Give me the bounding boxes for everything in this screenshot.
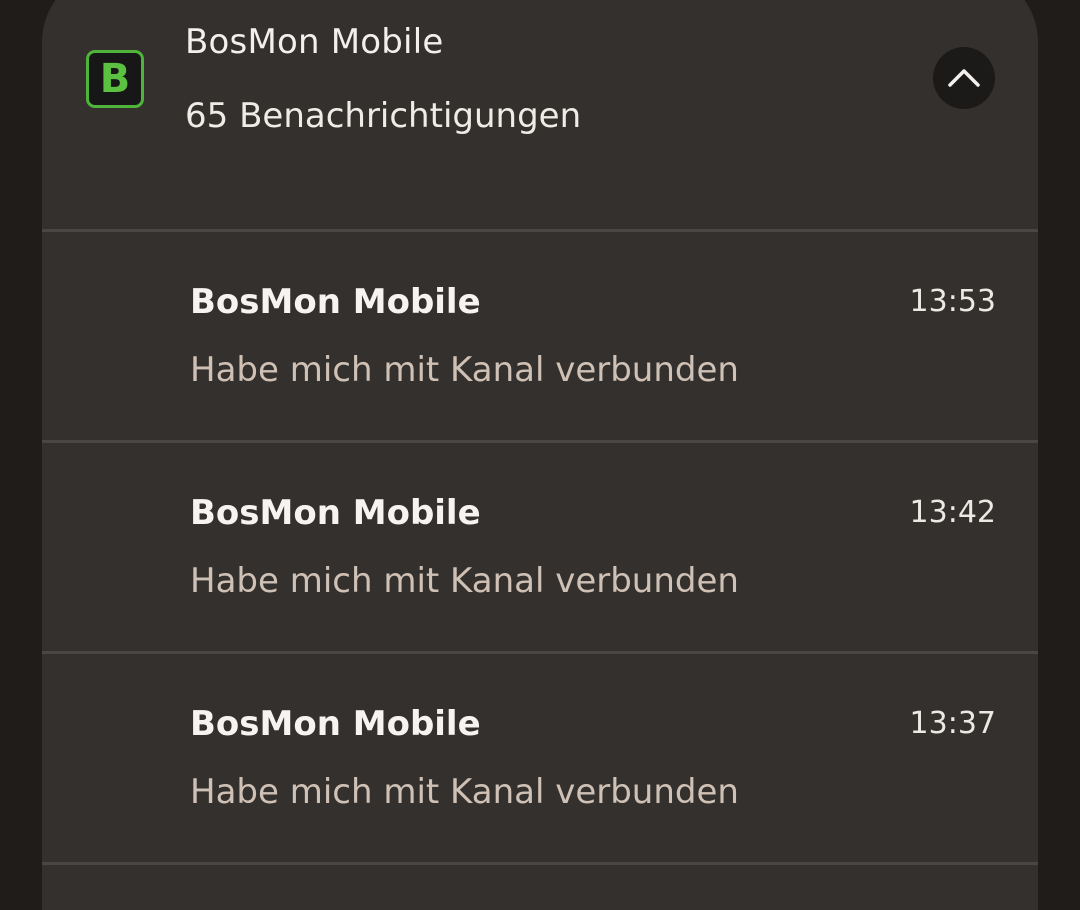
notification-title: BosMon Mobile bbox=[190, 704, 481, 744]
chevron-up-icon bbox=[948, 69, 980, 87]
notification-time: 13:42 bbox=[909, 495, 996, 530]
notification-time: 13:53 bbox=[909, 284, 996, 319]
app-logo-icon: B bbox=[86, 50, 144, 108]
app-logo-letter: B bbox=[99, 56, 131, 102]
notification-text: Habe mich mit Kanal verbunden bbox=[190, 350, 739, 390]
divider bbox=[42, 862, 1038, 865]
notification-item[interactable]: BosMon Mobile 13:42 Habe mich mit Kanal … bbox=[42, 443, 1038, 651]
group-notification-count: 65 Benachrichtigungen bbox=[185, 96, 582, 136]
notification-item[interactable]: BosMon Mobile 13:53 Habe mich mit Kanal … bbox=[42, 232, 1038, 440]
notification-title: BosMon Mobile bbox=[190, 493, 481, 533]
notification-item[interactable]: BosMon Mobile 13:37 Habe mich mit Kanal … bbox=[42, 654, 1038, 862]
group-app-name: BosMon Mobile bbox=[185, 22, 444, 62]
notification-text: Habe mich mit Kanal verbunden bbox=[190, 772, 739, 812]
notification-title: BosMon Mobile bbox=[190, 282, 481, 322]
collapse-button[interactable] bbox=[933, 47, 995, 109]
notification-time: 13:37 bbox=[909, 706, 996, 741]
notification-text: Habe mich mit Kanal verbunden bbox=[190, 561, 739, 601]
notification-group-card[interactable]: B BosMon Mobile 65 Benachrichtigungen Bo… bbox=[42, 0, 1038, 910]
notification-group-header[interactable]: B BosMon Mobile 65 Benachrichtigungen bbox=[42, 0, 1038, 200]
